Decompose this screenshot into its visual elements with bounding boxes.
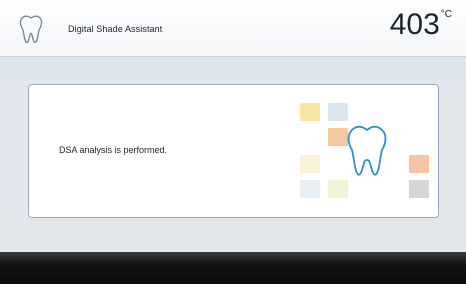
footer-bar xyxy=(0,252,466,284)
sub-header-band xyxy=(0,57,466,81)
status-message: DSA analysis is performed. xyxy=(59,145,168,155)
shade-swatch xyxy=(300,180,320,198)
page-title: Digital Shade Assistant xyxy=(68,24,163,34)
tooth-icon[interactable] xyxy=(18,14,44,44)
status-panel: DSA analysis is performed. xyxy=(28,84,439,218)
temperature-unit: °C xyxy=(440,9,452,20)
header-bar: Digital Shade Assistant 403°C xyxy=(0,0,466,57)
temperature-value: 403 xyxy=(389,8,440,41)
shade-swatch xyxy=(409,180,429,198)
shade-swatch xyxy=(300,103,320,121)
temperature-readout: 403°C xyxy=(390,10,452,40)
shade-swatch xyxy=(328,103,348,121)
shade-swatch xyxy=(409,155,429,173)
tooth-icon xyxy=(347,125,387,176)
shade-swatch xyxy=(300,155,320,173)
shade-swatch xyxy=(328,180,348,198)
